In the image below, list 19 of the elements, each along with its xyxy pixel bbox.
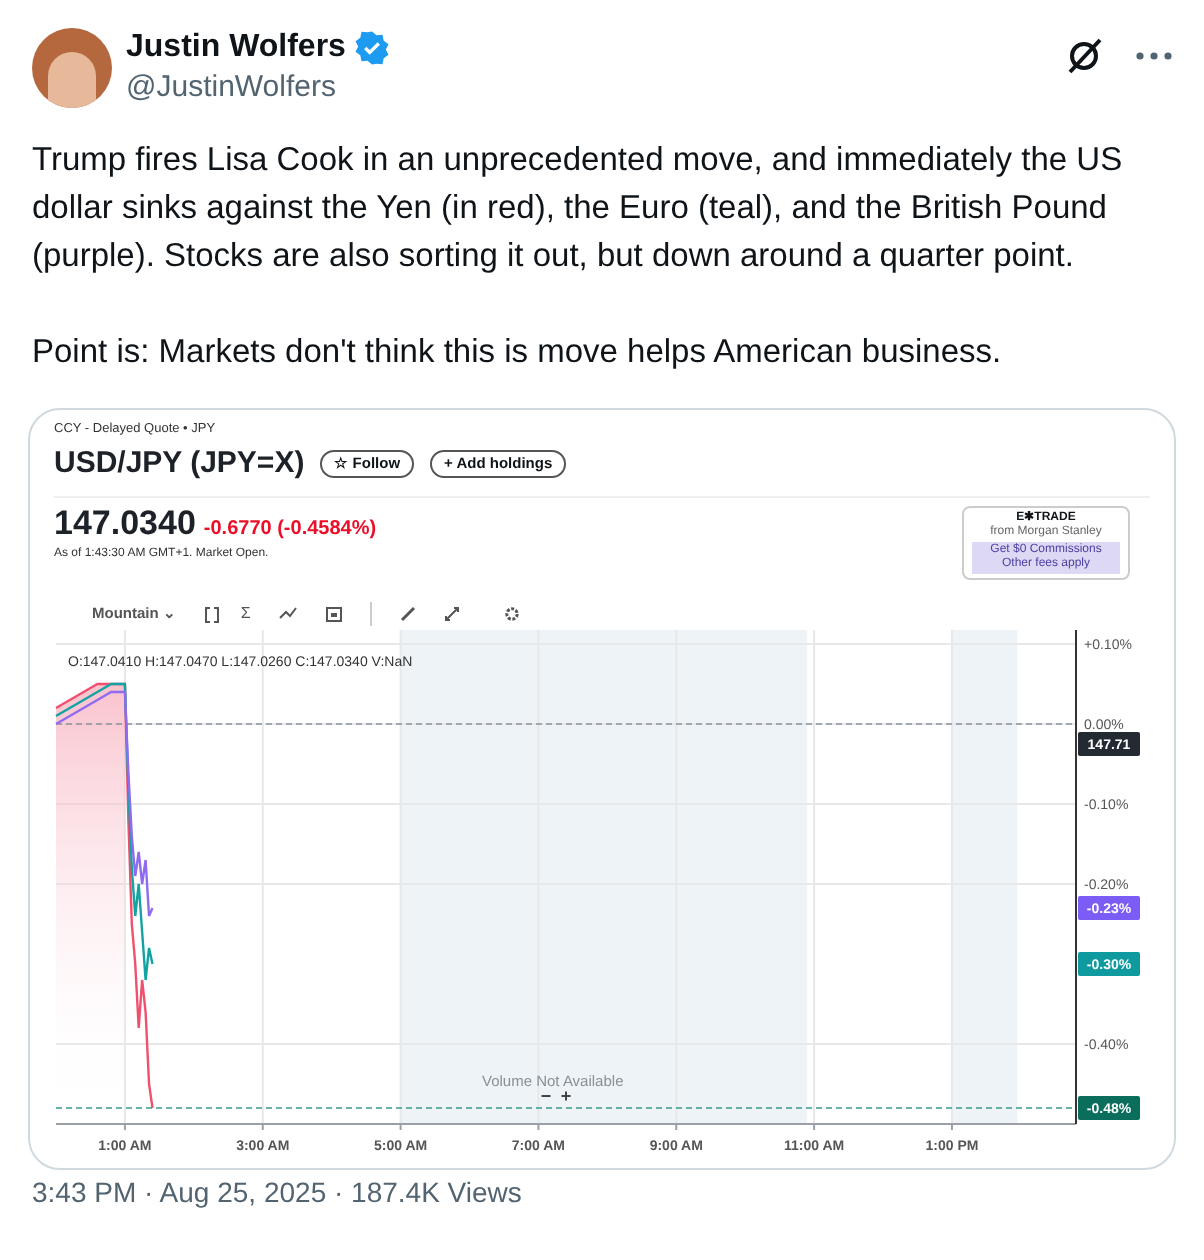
post-text: Point is: Markets don't think this is move helps American business.: [32, 332, 1004, 374]
post-text: Trump fires Lisa Cook in an unprecedented move, and immediately the US dollar sinks against the Yen (in red), the Euro (teal), and the British Pound (purple). Stocks are also sorting it out, but down around a quarter point.: [32, 140, 1125, 278]
trend-icon[interactable]: [278, 606, 299, 622]
post-timestamp: 3:43 PM · Aug 25, 2025 · 187.4K Views: [32, 1174, 524, 1210]
more-icon[interactable]: [1136, 52, 1172, 60]
zoom-in-button[interactable]: +: [560, 1086, 572, 1106]
price: 147.0340: [54, 504, 196, 544]
symbol-title: USD/JPY (JPY=X): [54, 444, 305, 484]
bracket-icon[interactable]: [204, 605, 221, 623]
author-handle[interactable]: @JustinWolfers: [126, 68, 390, 108]
settings-icon[interactable]: [504, 606, 521, 622]
avatar[interactable]: [32, 28, 112, 108]
pencil-icon[interactable]: [400, 606, 417, 622]
expand-icon[interactable]: [444, 606, 461, 622]
author-name[interactable]: Justin Wolfers: [126, 28, 346, 68]
zoom-out-button[interactable]: −: [540, 1086, 552, 1106]
calendar-icon[interactable]: [326, 606, 343, 622]
indicators-button[interactable]: Σ: [240, 602, 251, 626]
price-change: -0.6770 (-0.4584%): [203, 516, 377, 544]
